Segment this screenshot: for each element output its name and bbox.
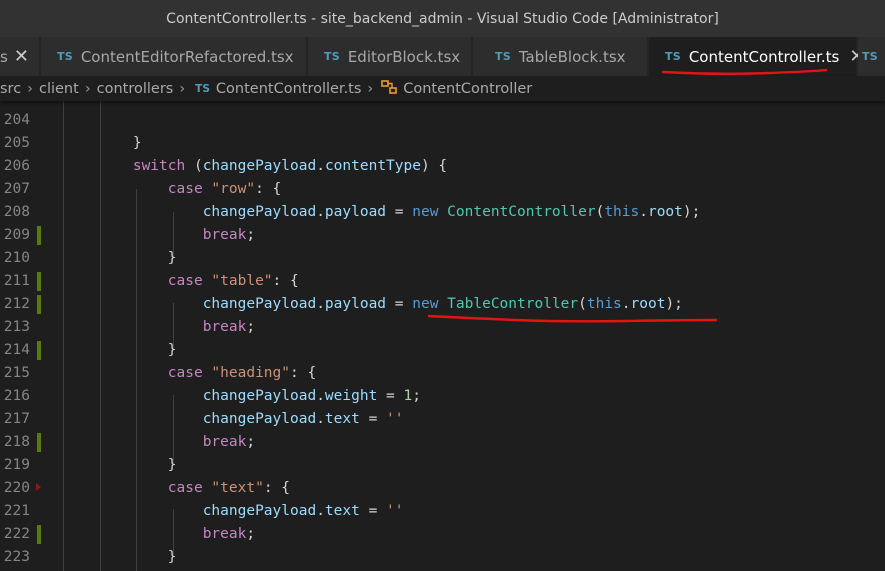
modified-line-marker[interactable] [37,341,41,360]
line-number: 212 [3,296,30,312]
window-title: ContentController.ts - site_backend_admi… [166,10,719,27]
tab-label: TableBlock.tsx [518,47,626,66]
line-number: 214 [3,342,30,358]
line-number: 210 [3,250,30,266]
chevron-right-icon: › [84,80,91,97]
code-line: 216 changePayload.weight = 1; [0,385,885,408]
breadcrumb-symbol[interactable]: ContentController [403,81,532,97]
line-number: 218 [3,434,30,450]
line-number: 215 [3,365,30,381]
line-number: 206 [3,158,30,174]
line-number: 219 [3,457,30,473]
code-line: 207 case "row": { [0,178,885,201]
tab-previous-partial[interactable]: s ✕ [0,37,40,76]
code-line: 208 changePayload.payload = new ContentC… [0,201,885,224]
tab-content-editor-refactored[interactable]: TS ContentEditorRefactored.tsx [41,37,307,76]
breadcrumb: src › client › controllers › TS ContentC… [0,76,885,101]
code-line: 209 break; [0,224,885,247]
line-number: 222 [3,526,30,542]
line-number: 205 [3,135,30,151]
typescript-icon: TS [195,82,210,95]
code-line: 213 break; [0,316,885,339]
breadcrumb-client[interactable]: client [39,81,79,97]
modified-line-marker[interactable] [37,295,41,314]
tab-content-controller[interactable]: TS ContentController.ts ✕ [649,37,864,76]
tab-bar: s ✕ TS ContentEditorRefactored.tsx TS Ed… [0,37,885,76]
typescript-icon: TS [495,50,511,63]
tab-label: ContentController.ts [688,47,840,66]
class-symbol-icon [381,79,398,98]
line-number: 223 [3,549,30,565]
tab-label: ContentEditorRefactored.tsx [80,47,294,66]
typescript-icon: TS [665,50,681,63]
line-number: 221 [3,503,30,519]
deleted-line-marker[interactable] [36,483,41,491]
modified-line-marker[interactable] [37,272,41,291]
line-number: 208 [3,204,30,220]
line-number: 209 [3,227,30,243]
chevron-right-icon: › [367,80,374,97]
tab-label: EditorBlock.tsx [347,47,461,66]
typescript-icon: TS [57,50,73,63]
code-editor[interactable]: 203 changePayload = { modal_id: changePa… [0,86,885,571]
typescript-icon: TS [324,50,340,63]
code-line: 204 [0,109,885,132]
breadcrumb-file[interactable]: ContentController.ts [216,81,362,97]
breadcrumb-controllers[interactable]: controllers [97,81,174,97]
breadcrumb-src[interactable]: src [0,81,21,97]
tab-editor-block[interactable]: TS EditorBlock.tsx [308,37,472,76]
tab-label: s [0,47,8,66]
title-bar: ContentController.ts - site_backend_admi… [0,0,885,37]
code-line: 206 switch (changePayload.contentType) { [0,155,885,178]
code-line: 217 changePayload.text = '' [0,408,885,431]
modified-line-marker[interactable] [37,226,41,245]
code-line: 219 } [0,454,885,477]
code-line: 215 case "heading": { [0,362,885,385]
line-number: 211 [3,273,30,289]
code-line: 214 } [0,339,885,362]
code-line: 220 case "text": { [0,477,885,500]
line-number: 216 [3,388,30,404]
close-icon[interactable]: ✕ [14,46,29,67]
line-number: 217 [3,411,30,427]
tab-next-partial[interactable]: TS [858,37,885,76]
code-line: 218 break; [0,431,885,454]
chevron-right-icon: › [27,80,33,97]
modified-line-marker[interactable] [37,433,41,452]
code-line: 223 } [0,546,885,569]
chevron-right-icon: › [179,80,186,97]
code-line: 211 case "table": { [0,270,885,293]
code-line: 212 changePayload.payload = new TableCon… [0,293,885,316]
line-number: 207 [3,181,30,197]
code-line: 210 } [0,247,885,270]
typescript-icon: TS [862,50,878,63]
code-line: 221 changePayload.text = '' [0,500,885,523]
modified-line-marker[interactable] [37,525,41,544]
line-number: 213 [3,319,30,335]
tab-table-block[interactable]: TS TableBlock.tsx [473,37,648,76]
line-number: 204 [3,112,30,128]
code-line: 205 } [0,132,885,155]
line-number: 220 [3,480,30,496]
code-line: 222 break; [0,523,885,546]
